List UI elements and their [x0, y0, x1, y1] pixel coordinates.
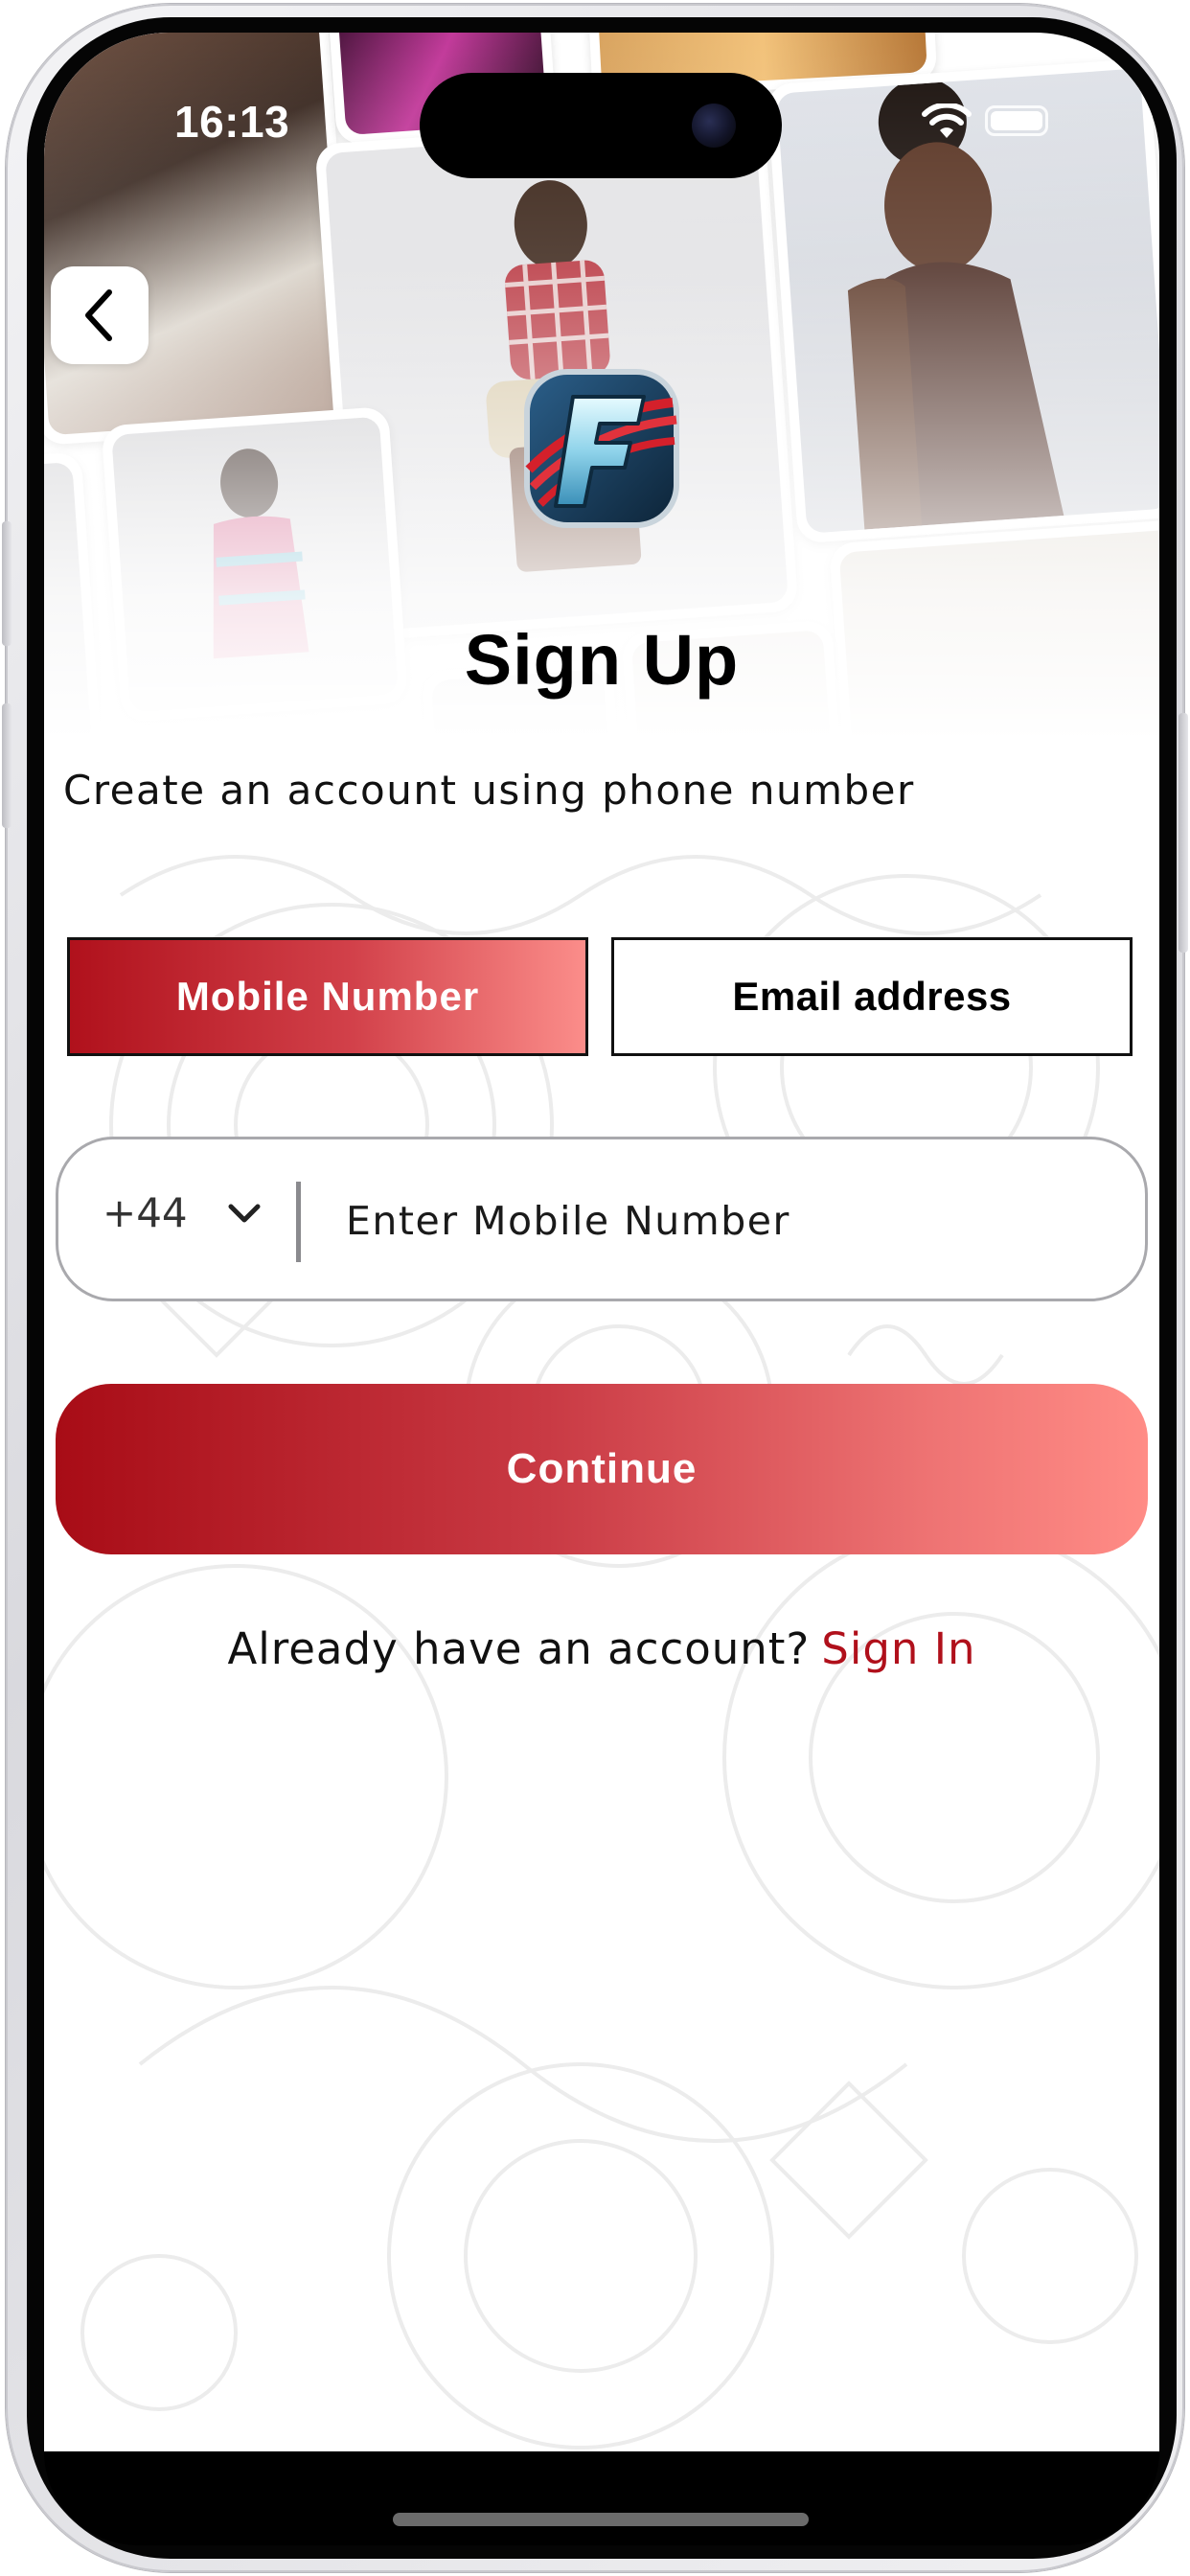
- chevron-down-icon[interactable]: [227, 1203, 262, 1224]
- app-logo: [524, 369, 679, 528]
- signin-prompt: Already have an account? Sign In: [44, 1623, 1159, 1674]
- continue-button[interactable]: Continue: [56, 1384, 1148, 1554]
- mobile-number-input[interactable]: [346, 1178, 1093, 1264]
- power-button: [1179, 713, 1188, 953]
- status-time: 16:13: [174, 97, 290, 147]
- page-subtitle: Create an account using phone number: [63, 767, 915, 814]
- phone-frame: 16:13 Sign Up Create an account using ph…: [2, 4, 1188, 2572]
- back-button[interactable]: [51, 266, 149, 364]
- side-button: [2, 521, 11, 646]
- front-camera: [692, 104, 736, 148]
- battery-icon: [985, 105, 1048, 136]
- tab-mobile-number[interactable]: Mobile Number: [67, 937, 588, 1056]
- collage-photo: [44, 451, 103, 773]
- chevron-left-icon: [85, 289, 112, 341]
- signin-prompt-text: Already have an account?: [227, 1623, 811, 1674]
- dynamic-island: [420, 73, 782, 178]
- signin-link[interactable]: Sign In: [821, 1623, 975, 1674]
- bottom-bezel: [44, 2451, 1159, 2545]
- home-indicator[interactable]: [393, 2513, 809, 2526]
- collage-photo: [44, 33, 356, 446]
- battery-level: [991, 111, 1042, 130]
- wifi-icon: [922, 104, 972, 138]
- field-divider: [296, 1182, 301, 1262]
- volume-up-button: [2, 703, 11, 828]
- country-code-selector[interactable]: +44: [103, 1189, 188, 1236]
- phone-number-field: +44: [56, 1137, 1148, 1301]
- page-title: Sign Up: [464, 620, 740, 700]
- tab-email-address[interactable]: Email address: [611, 937, 1133, 1056]
- screen: 16:13 Sign Up Create an account using ph…: [44, 33, 1159, 2451]
